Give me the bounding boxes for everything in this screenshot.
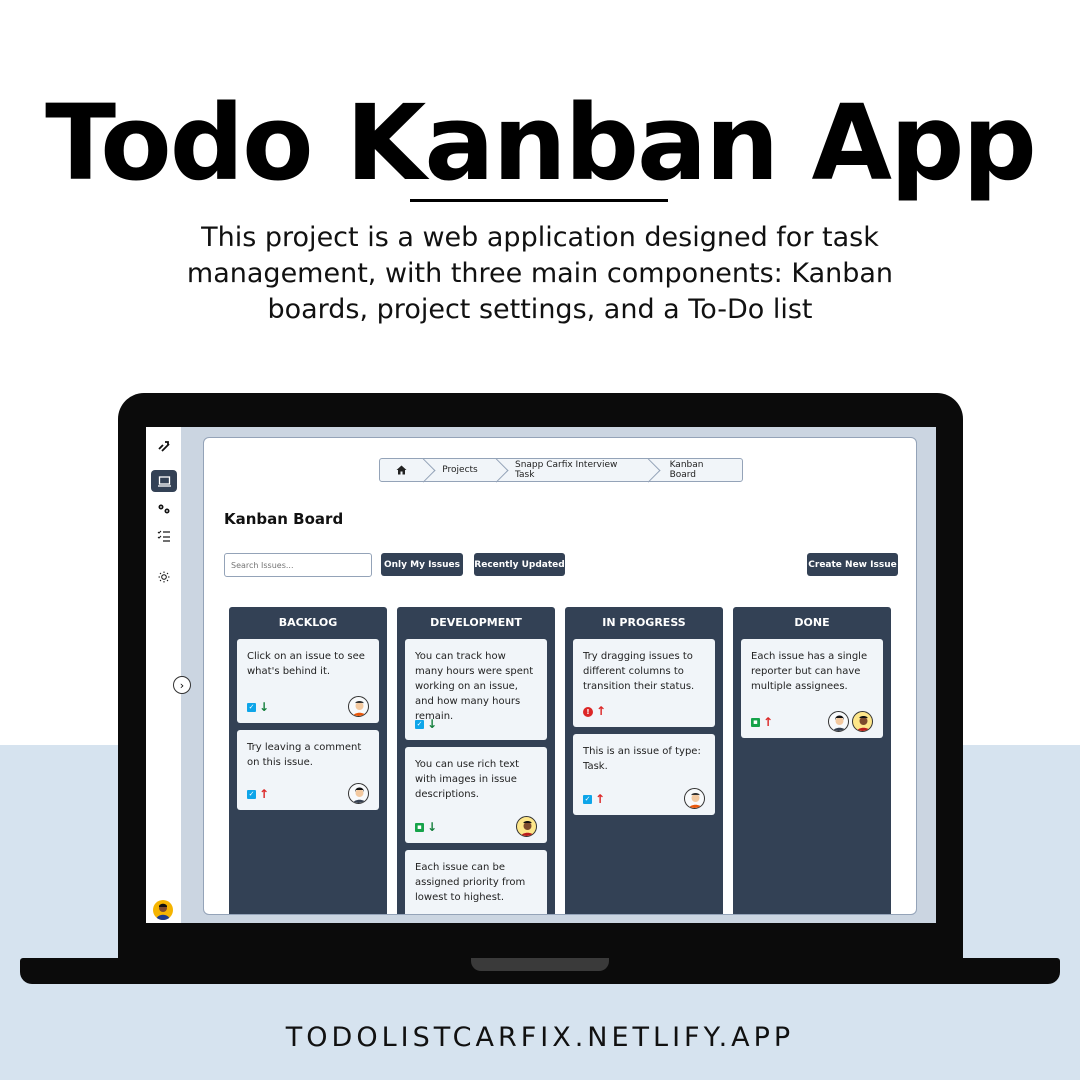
priority-high-icon: ↑ [259, 787, 270, 801]
issue-text: Each issue has a single reporter but can… [751, 651, 868, 692]
issue-card[interactable]: Try leaving a comment on this issue. ✓ ↑ [237, 730, 379, 810]
issue-card[interactable]: Each issue has a single reporter but can… [741, 639, 883, 738]
laptop-notch [471, 958, 609, 971]
priority-high-icon: ↑ [763, 715, 774, 729]
card-meta: ✓ ↓ [415, 717, 437, 732]
issue-text: This is an issue of type: Task. [583, 746, 701, 772]
create-issue-button[interactable]: Create New Issue [807, 553, 898, 576]
hero-title: Todo Kanban App [45, 82, 1037, 204]
priority-low-icon: ↓ [427, 717, 438, 731]
user-avatar-icon[interactable] [153, 900, 173, 920]
assignees [516, 816, 537, 837]
breadcrumb-project[interactable]: Snapp Carfix Interview Task [501, 459, 644, 481]
card-meta: ✓ ↓ [247, 700, 269, 715]
theme-sun-icon[interactable] [151, 566, 177, 588]
breadcrumb-current: Kanban Board [669, 460, 704, 480]
card-meta: ✓ ↑ [247, 787, 269, 802]
card-meta: ▪ ↓ [415, 820, 437, 835]
issue-text: Click on an issue to see what's behind i… [247, 651, 365, 677]
avatar[interactable] [348, 696, 369, 717]
story-type-icon: ▪ [751, 718, 760, 727]
hero-subtitle: This project is a web application design… [186, 222, 894, 325]
task-type-icon: ✓ [415, 720, 424, 729]
issue-card[interactable]: You can track how many hours were spent … [405, 639, 547, 740]
app-screen: › Projects Snapp Carfix Interview Task K… [146, 427, 936, 923]
kanban-main: Projects Snapp Carfix Interview Task Kan… [203, 437, 917, 915]
sidebar [146, 427, 182, 923]
recently-updated-button[interactable]: Recently Updated [474, 553, 565, 576]
card-meta: ✓ ↑ [583, 792, 605, 807]
board-icon[interactable] [151, 470, 177, 492]
breadcrumb-separator [644, 459, 653, 481]
assignees [348, 783, 369, 804]
avatar[interactable] [516, 816, 537, 837]
column-title: DONE [794, 616, 830, 629]
avatar[interactable] [828, 711, 849, 732]
assignees [348, 696, 369, 717]
chevron-right-icon[interactable]: › [173, 676, 191, 694]
task-type-icon: ✓ [247, 790, 256, 799]
issue-card[interactable]: This is an issue of type: Task. ✓ ↑ [573, 734, 715, 815]
bug-type-icon: ! [583, 706, 593, 717]
title-underline [410, 199, 668, 202]
only-my-issues-button[interactable]: Only My Issues [381, 553, 463, 576]
story-type-icon: ▪ [415, 823, 424, 832]
column-done: DONE Each issue has a single reporter bu… [733, 607, 891, 914]
priority-low-icon: ↓ [259, 700, 270, 714]
priority-high-icon: ↑ [596, 704, 607, 718]
column-backlog: BACKLOG Click on an issue to see what's … [229, 607, 387, 914]
issue-card[interactable]: You can use rich text with images in iss… [405, 747, 547, 843]
task-type-icon: ✓ [247, 703, 256, 712]
todo-list-icon[interactable] [151, 525, 177, 547]
issue-card[interactable]: Each issue can be assigned priority from… [405, 850, 547, 914]
footer-url[interactable]: TODOLISTCARFIX.NETLIFY.APP [0, 1022, 1080, 1053]
issue-text: Each issue can be assigned priority from… [415, 862, 526, 903]
assignees [828, 711, 873, 732]
priority-high-icon: ↑ [595, 792, 606, 806]
search-input[interactable] [224, 553, 372, 577]
settings-icon[interactable] [151, 498, 177, 520]
assignees [684, 788, 705, 809]
card-meta: ! ↑ [583, 704, 606, 719]
avatar[interactable] [852, 711, 873, 732]
breadcrumb-separator [419, 459, 428, 481]
avatar[interactable] [684, 788, 705, 809]
column-development: DEVELOPMENT You can track how many hours… [397, 607, 555, 914]
task-type-icon: ✓ [583, 795, 592, 804]
breadcrumb: Projects Snapp Carfix Interview Task Kan… [379, 458, 743, 482]
issue-card[interactable]: Click on an issue to see what's behind i… [237, 639, 379, 723]
page-title: Kanban Board [224, 510, 344, 528]
breadcrumb-separator [492, 459, 501, 481]
issue-text: Try leaving a comment on this issue. [247, 742, 362, 768]
column-title: DEVELOPMENT [430, 616, 522, 629]
issue-text: You can track how many hours were spent … [415, 651, 534, 722]
card-meta: ▪ ↑ [751, 715, 773, 730]
issue-text: Try dragging issues to different columns… [583, 651, 695, 692]
issue-card[interactable]: Try dragging issues to different columns… [573, 639, 715, 727]
column-title: IN PROGRESS [602, 616, 686, 629]
breadcrumb-projects[interactable]: Projects [428, 459, 491, 481]
priority-low-icon: ↓ [427, 820, 438, 834]
issue-text: You can use rich text with images in iss… [415, 759, 520, 800]
column-title: BACKLOG [278, 616, 338, 629]
avatar[interactable] [348, 783, 369, 804]
column-in-progress: IN PROGRESS Try dragging issues to diffe… [565, 607, 723, 914]
logo-icon[interactable] [151, 435, 177, 457]
